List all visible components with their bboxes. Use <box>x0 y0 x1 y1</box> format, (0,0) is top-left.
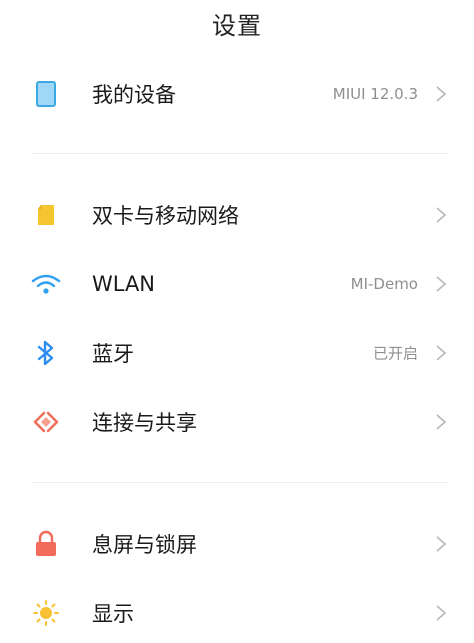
chevron-right-icon <box>436 345 447 361</box>
settings-item-connection-sharing[interactable]: 连接与共享 <box>0 392 474 452</box>
share-connection-icon <box>30 406 62 438</box>
settings-item-label: 显示 <box>92 602 134 626</box>
settings-item-label: 蓝牙 <box>92 342 134 366</box>
settings-item-wlan[interactable]: WLAN MI-Demo <box>0 254 474 314</box>
settings-item-label: 连接与共享 <box>92 411 197 435</box>
settings-item-label: 我的设备 <box>92 83 176 107</box>
chevron-right-icon <box>436 86 447 102</box>
phone-icon <box>30 78 62 110</box>
settings-item-value: MI-Demo <box>350 275 418 293</box>
settings-item-dual-sim[interactable]: 双卡与移动网络 <box>0 185 474 245</box>
section-divider <box>32 482 448 483</box>
chevron-right-icon <box>436 276 447 292</box>
page-title: 设置 <box>212 12 262 40</box>
settings-item-display[interactable]: 显示 <box>0 583 474 643</box>
lock-icon <box>30 528 62 560</box>
chevron-right-icon <box>436 414 447 430</box>
chevron-right-icon <box>436 207 447 223</box>
chevron-right-icon <box>436 536 447 552</box>
wifi-icon <box>30 268 62 300</box>
settings-item-label: WLAN <box>92 272 156 296</box>
settings-item-value: MIUI 12.0.3 <box>332 85 418 103</box>
chevron-right-icon <box>436 605 447 621</box>
settings-item-bluetooth[interactable]: 蓝牙 已开启 <box>0 323 474 383</box>
settings-item-value: 已开启 <box>372 344 418 363</box>
settings-item-my-device[interactable]: 我的设备 MIUI 12.0.3 <box>0 64 474 124</box>
settings-item-label: 息屏与锁屏 <box>92 533 197 557</box>
section-divider <box>32 153 448 154</box>
sim-card-icon <box>30 199 62 231</box>
bluetooth-icon <box>30 337 62 369</box>
settings-item-lock-screen[interactable]: 息屏与锁屏 <box>0 514 474 574</box>
sun-icon <box>30 597 62 629</box>
settings-item-label: 双卡与移动网络 <box>92 204 239 228</box>
